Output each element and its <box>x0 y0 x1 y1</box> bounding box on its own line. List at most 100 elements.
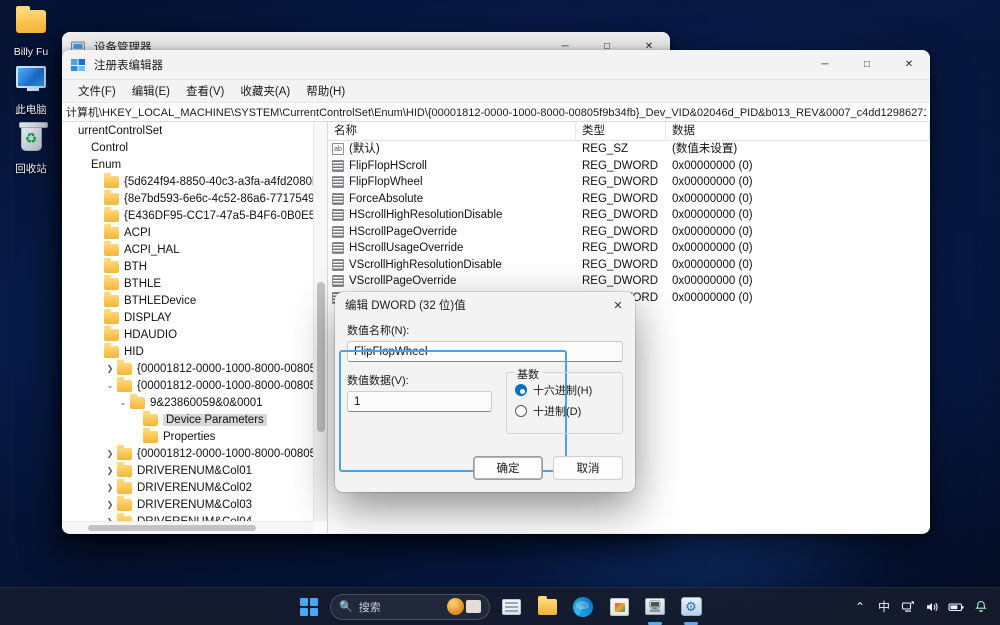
registry-tree-node[interactable]: {5d624f94-8850-40c3-a3fa-a4fd2080baf3} <box>62 173 313 190</box>
registry-value-row[interactable]: HScrollPageOverrideREG_DWORD0x00000000 (… <box>328 224 930 241</box>
radio-hexadecimal[interactable]: 十六进制(H) <box>515 382 614 398</box>
registry-value-row[interactable]: (默认)REG_SZ(数值未设置) <box>328 141 930 158</box>
tree-horizontal-scrollbar[interactable] <box>62 521 313 533</box>
cancel-button[interactable]: 取消 <box>553 456 623 480</box>
registry-tree-node[interactable]: ❯{00001812-0000-1000-8000-00805f9b34fb}_… <box>62 360 313 377</box>
regedit-menubar: 文件(F) 编辑(E) 查看(V) 收藏夹(A) 帮助(H) <box>62 80 930 102</box>
network-icon[interactable] <box>897 593 919 621</box>
radio-decimal-label: 十进制(D) <box>533 403 581 419</box>
registry-value-data: 0x00000000 (0) <box>666 273 930 290</box>
maximize-button[interactable]: □ <box>846 50 888 80</box>
dialog-body: 数值名称(N): 数值数据(V): 基数 十六进制(H) 十进制(D) <box>335 318 635 434</box>
tree-vertical-scrollbar[interactable] <box>313 122 327 521</box>
registry-tree-node[interactable]: HID <box>62 343 313 360</box>
radio-decimal[interactable]: 十进制(D) <box>515 403 614 419</box>
registry-tree-node[interactable]: ❯DRIVERENUM&Col04 <box>62 513 313 521</box>
folder-icon <box>104 261 119 273</box>
menu-file[interactable]: 文件(F) <box>70 81 124 101</box>
volume-icon[interactable] <box>921 593 943 621</box>
registry-tree-node[interactable]: Properties <box>62 428 313 445</box>
registry-value-row[interactable]: HScrollUsageOverrideREG_DWORD0x00000000 … <box>328 240 930 257</box>
folder-icon <box>130 397 145 409</box>
registry-tree-node-label: Enum <box>91 159 121 171</box>
registry-tree-node[interactable]: {8e7bd593-6e6c-4c52-86a6-77175494dd8e} <box>62 190 313 207</box>
taskbar-device-manager[interactable] <box>640 592 670 622</box>
column-header-type[interactable]: 类型 <box>576 122 666 141</box>
expand-chevron-icon[interactable]: ❯ <box>103 496 117 513</box>
registry-tree-node[interactable]: ❯{00001812-0000-1000-8000-00805f9b34fb}_… <box>62 445 313 462</box>
registry-tree-node[interactable]: Device Parameters <box>62 411 313 428</box>
expand-chevron-icon[interactable]: ❯ <box>103 462 117 479</box>
taskbar-microsoft-store[interactable] <box>604 592 634 622</box>
folder-icon <box>104 295 119 307</box>
taskbar-search-box[interactable]: 🔍 搜索 <box>330 594 490 620</box>
registry-value-row[interactable]: HScrollHighResolutionDisableREG_DWORD0x0… <box>328 207 930 224</box>
desktop-icon-recycle-bin[interactable]: 回收站 <box>0 119 62 178</box>
registry-tree-node[interactable]: BTHLEDevice <box>62 292 313 309</box>
registry-tree-node[interactable]: ❯DRIVERENUM&Col02 <box>62 479 313 496</box>
ok-button[interactable]: 确定 <box>473 456 543 480</box>
registry-tree-node[interactable]: DISPLAY <box>62 309 313 326</box>
registry-tree-node[interactable]: ❯DRIVERENUM&Col01 <box>62 462 313 479</box>
start-button[interactable] <box>294 592 324 622</box>
registry-tree-node[interactable]: {E436DF95-CC17-47a5-B4F6-0B0E5E2EC75D} <box>62 207 313 224</box>
registry-tree-node[interactable]: ACPI_HAL <box>62 241 313 258</box>
expand-chevron-icon[interactable]: ❯ <box>103 445 117 462</box>
edit-dword-dialog[interactable]: 编辑 DWORD (32 位)值 ✕ 数值名称(N): 数值数据(V): 基数 … <box>335 292 635 492</box>
expand-chevron-icon[interactable]: ⌄ <box>103 377 117 394</box>
expand-chevron-icon[interactable]: ❯ <box>103 479 117 496</box>
menu-edit[interactable]: 编辑(E) <box>124 81 178 101</box>
show-hidden-icons-button[interactable]: ⌃ <box>849 593 871 621</box>
dialog-close-button[interactable]: ✕ <box>601 292 635 318</box>
notifications-icon[interactable] <box>970 593 992 621</box>
tree-horizontal-scroll-thumb[interactable] <box>88 525 256 531</box>
registry-tree-node[interactable]: ACPI <box>62 224 313 241</box>
registry-tree-node[interactable]: Enum <box>62 156 313 173</box>
registry-value-row[interactable]: FlipFlopHScrollREG_DWORD0x00000000 (0) <box>328 158 930 175</box>
registry-value-row[interactable]: ForceAbsoluteREG_DWORD0x00000000 (0) <box>328 191 930 208</box>
regedit-address-bar[interactable]: 计算机\HKEY_LOCAL_MACHINE\SYSTEM\CurrentCon… <box>62 102 930 122</box>
close-button[interactable]: ✕ <box>888 50 930 80</box>
registry-tree-node[interactable]: Control <box>62 139 313 156</box>
registry-value-row[interactable]: VScrollPageOverrideREG_DWORD0x00000000 (… <box>328 273 930 290</box>
registry-tree-node[interactable]: ❯DRIVERENUM&Col03 <box>62 496 313 513</box>
registry-tree-node[interactable]: BTHLE <box>62 275 313 292</box>
taskbar-registry-editor[interactable] <box>676 592 706 622</box>
desktop-icon-billy-fu[interactable]: Billy Fu <box>0 4 62 60</box>
registry-tree-node-label: HID <box>124 346 144 358</box>
taskbar-file-explorer[interactable] <box>532 592 562 622</box>
registry-tree-node[interactable]: urrentControlSet <box>62 122 313 139</box>
ime-indicator[interactable]: 中 <box>873 593 895 621</box>
registry-value-type: REG_DWORD <box>576 240 666 257</box>
expand-chevron-icon[interactable]: ❯ <box>103 513 117 521</box>
regedit-titlebar[interactable]: 注册表编辑器 ─ □ ✕ <box>62 50 930 80</box>
registry-value-row[interactable]: VScrollHighResolutionDisableREG_DWORD0x0… <box>328 257 930 274</box>
dialog-titlebar[interactable]: 编辑 DWORD (32 位)值 ✕ <box>335 292 635 318</box>
registry-tree-node[interactable]: HDAUDIO <box>62 326 313 343</box>
menu-help[interactable]: 帮助(H) <box>298 81 353 101</box>
value-data-input[interactable] <box>347 391 492 412</box>
registry-tree-node[interactable]: ⌄{00001812-0000-1000-8000-00805f9b34fb}_… <box>62 377 313 394</box>
registry-tree-node-label: {5d624f94-8850-40c3-a3fa-a4fd2080baf3} <box>124 176 313 188</box>
expand-chevron-icon[interactable]: ⌄ <box>116 394 130 411</box>
desktop-icon-this-pc[interactable]: 此电脑 <box>0 60 62 119</box>
taskbar-task-view[interactable] <box>496 592 526 622</box>
tree-vertical-scroll-thumb[interactable] <box>317 282 325 432</box>
registry-tree-pane[interactable]: urrentControlSetControl Enum{5d624f94-885… <box>62 122 328 533</box>
values-list[interactable]: (默认)REG_SZ(数值未设置)FlipFlopHScrollREG_DWOR… <box>328 141 930 306</box>
expand-chevron-icon[interactable]: ❯ <box>103 360 117 377</box>
column-header-data[interactable]: 数据 <box>666 122 930 141</box>
battery-icon[interactable] <box>945 593 968 621</box>
registry-tree-node[interactable]: ⌄9&23860059&0&0001 <box>62 394 313 411</box>
minimize-button[interactable]: ─ <box>804 50 846 80</box>
column-header-name[interactable]: 名称 <box>328 122 576 141</box>
registry-tree[interactable]: urrentControlSetControl Enum{5d624f94-885… <box>62 122 313 521</box>
value-name-input[interactable] <box>347 341 623 362</box>
registry-value-row[interactable]: FlipFlopWheelREG_DWORD0x00000000 (0) <box>328 174 930 191</box>
registry-tree-node[interactable]: BTH <box>62 258 313 275</box>
desktop-icon-list: Billy Fu 此电脑 回收站 <box>0 4 62 178</box>
taskbar-microsoft-edge[interactable] <box>568 592 598 622</box>
search-placeholder: 搜索 <box>359 599 381 615</box>
menu-favorites[interactable]: 收藏夹(A) <box>232 81 298 101</box>
menu-view[interactable]: 查看(V) <box>178 81 232 101</box>
